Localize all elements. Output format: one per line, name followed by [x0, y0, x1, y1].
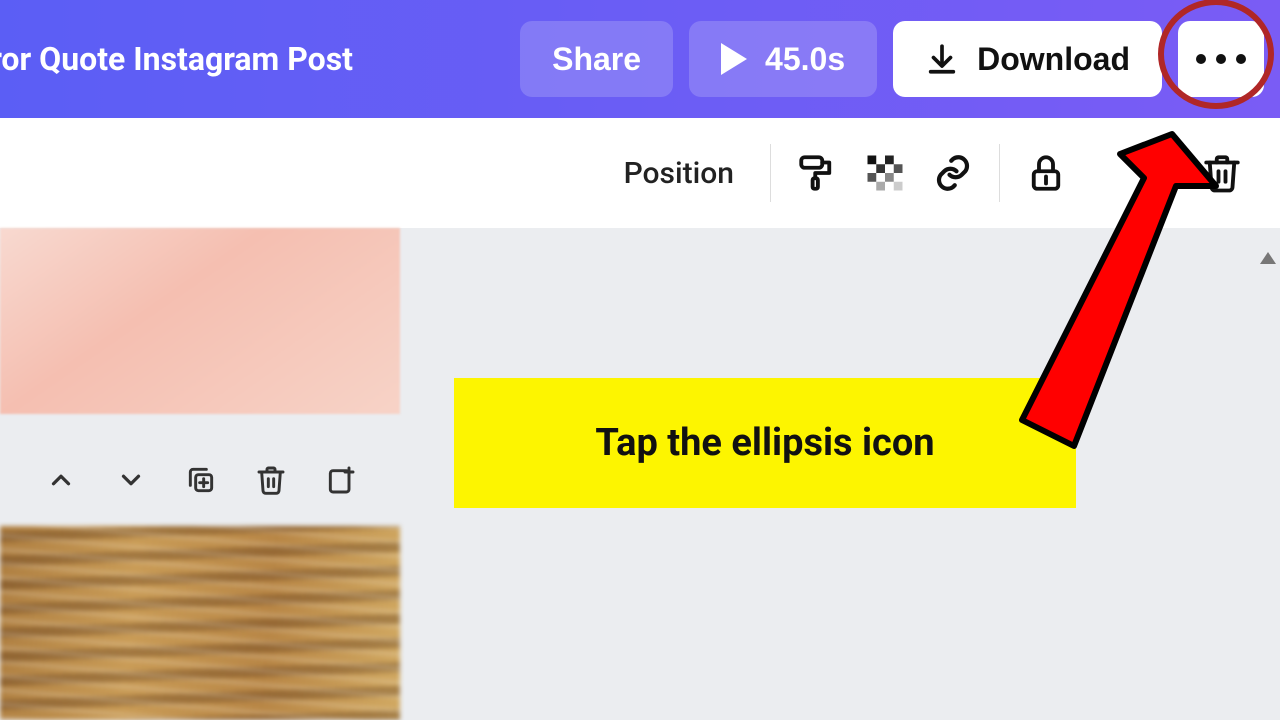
ellipsis-icon [1196, 54, 1246, 64]
link-icon [932, 152, 974, 194]
share-label: Share [552, 41, 641, 78]
duration-label: 45.0s [765, 41, 845, 78]
canvas-page-1[interactable] [0, 228, 400, 414]
position-button[interactable]: Position [604, 156, 754, 191]
lock-icon [1025, 152, 1067, 194]
move-page-up-button[interactable] [40, 460, 82, 502]
annotation-text: Tap the ellipsis icon [595, 421, 934, 465]
play-icon [721, 43, 747, 75]
share-button[interactable]: Share [520, 21, 673, 97]
download-button[interactable]: Download [893, 21, 1162, 97]
duplicate-icon [185, 464, 217, 499]
format-painter-button[interactable] [787, 143, 847, 203]
divider [770, 144, 771, 202]
download-icon [925, 42, 959, 76]
context-toolbar: Position [0, 118, 1280, 228]
annotation-callout: Tap the ellipsis icon [454, 378, 1076, 508]
move-page-down-button[interactable] [110, 460, 152, 502]
add-page-button[interactable] [320, 460, 362, 502]
lock-button[interactable] [1016, 143, 1076, 203]
chevron-down-icon [116, 465, 146, 498]
transparency-icon [864, 152, 906, 194]
paint-roller-icon [796, 152, 838, 194]
canvas-page-2[interactable] [0, 526, 400, 720]
add-page-icon [325, 464, 357, 499]
canvas-area[interactable]: Tap the ellipsis icon [0, 228, 1280, 720]
download-label: Download [977, 41, 1130, 78]
app-header: irror Quote Instagram Post Share 45.0s D… [0, 0, 1280, 118]
divider [999, 144, 1000, 202]
duplicate-page-button[interactable] [180, 460, 222, 502]
play-duration-button[interactable]: 45.0s [689, 21, 877, 97]
link-button[interactable] [923, 143, 983, 203]
trash-icon [1201, 152, 1243, 194]
transparency-button[interactable] [855, 143, 915, 203]
delete-button[interactable] [1192, 143, 1252, 203]
chevron-up-icon [46, 465, 76, 498]
more-button[interactable] [1178, 21, 1264, 97]
trash-icon [255, 464, 287, 499]
scroll-up-icon[interactable] [1260, 252, 1276, 264]
delete-page-button[interactable] [250, 460, 292, 502]
document-title[interactable]: irror Quote Instagram Post [0, 40, 504, 78]
page-controls [0, 452, 380, 510]
